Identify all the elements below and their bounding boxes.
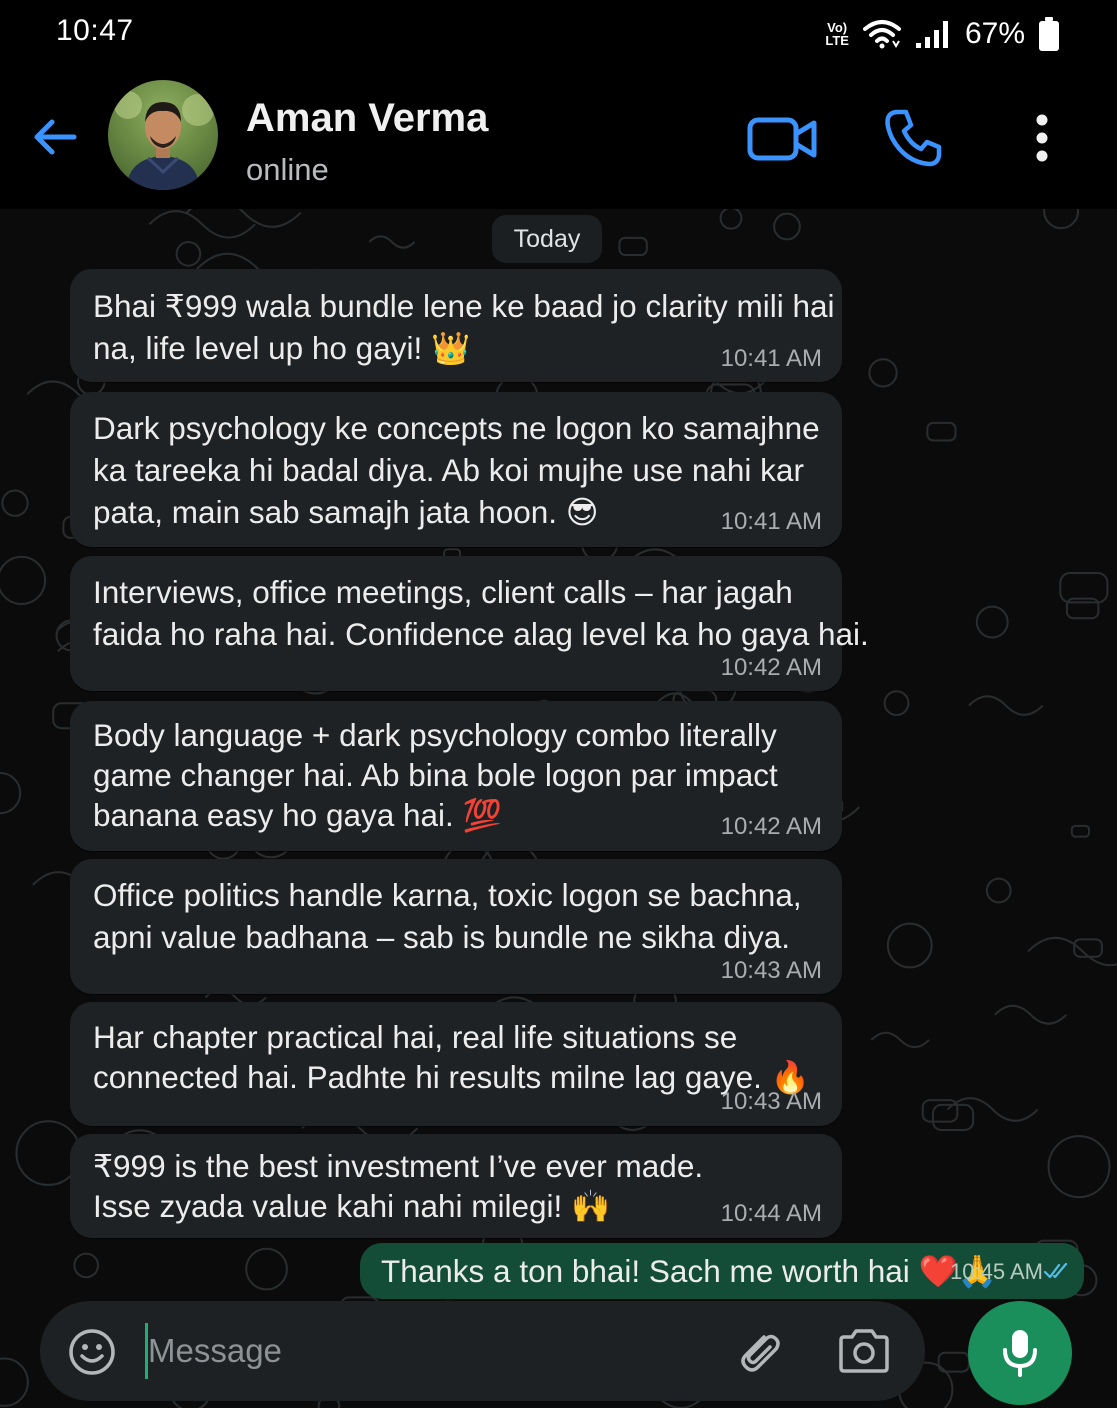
battery-percent: 67% [964,17,1025,50]
message-time: 10:43 AM [720,957,822,984]
message-text: Interviews, office meetings, client call… [93,571,869,655]
wallpaper-doodle [0,772,22,815]
message-time: 10:43 AM [720,1088,822,1115]
signal-icon [915,21,948,48]
contact-name[interactable]: Aman Verma [246,96,488,141]
volte-indicator: Vo) LTE [825,20,849,48]
message-line: Interviews, office meetings, client call… [93,574,793,610]
wallpaper-doodle [968,695,1044,716]
back-arrow-icon[interactable] [28,110,82,164]
message-text: Dark psychology ke concepts ne logon ko … [93,407,820,533]
wallpaper-doodle [618,236,648,257]
battery-icon [1039,17,1059,51]
contact-status: online [246,152,329,187]
incoming-message[interactable]: Interviews, office meetings, client call… [70,556,869,691]
wallpaper-doodle [73,1252,100,1279]
message-time: 10:41 AM [720,508,822,535]
message-time: 10:41 AM [720,345,822,372]
contact-avatar[interactable] [108,80,218,190]
wallpaper-doodle [245,1247,288,1291]
wallpaper-doodle [148,210,256,239]
message-time: 10:45 AM [950,1259,1043,1284]
message-time: 10:42 AM [720,813,822,840]
microphone-icon [1003,1330,1037,1377]
double-check-icon [1044,1262,1068,1279]
wifi-icon [862,20,901,49]
wallpaper-doodle [870,1031,930,1049]
wallpaper-doodle [994,1004,1068,1025]
video-call-icon[interactable] [746,112,818,166]
paperclip-icon[interactable] [734,1327,782,1377]
incoming-message[interactable]: Body language + dark psychology combo li… [70,701,842,851]
wallpaper-doodle [985,877,1012,904]
message-time: 10:42 AM [720,654,822,681]
wallpaper-doodle [868,358,898,388]
message-text: Thanks a ton bhai! Sach me worth hai ❤️🙏 [381,1253,997,1289]
wallpaper-doodle [719,209,743,230]
wallpaper-doodle [1043,209,1080,230]
wallpaper-doodle [773,212,801,241]
message-line: Bhai ₹999 wala bundle lene ke baad jo cl… [93,288,835,324]
status-time: 10:47 [56,14,134,47]
message-text: Office politics handle karna, toxic logo… [93,874,802,958]
message-input-bar [40,1301,925,1401]
message-time: 10:44 AM [720,1200,822,1227]
status-bar: 10:47 Vo) LTE 67% [0,0,1117,68]
wallpaper-doodle [0,1357,29,1407]
voice-message-button[interactable] [968,1301,1072,1405]
wallpaper-doodle [0,555,47,605]
incoming-message[interactable]: Bhai ₹999 wala bundle lene ke baad jo cl… [70,269,842,382]
message-line: Dark psychology ke concepts ne logon ko … [93,410,820,446]
message-line: banana easy ho gaya hai. 💯 [93,797,502,833]
message-line: connected hai. Padhte hi results milne l… [93,1059,810,1095]
chat-header: Aman Verma online [0,68,1117,209]
message-text: Body language + dark psychology combo li… [93,715,778,835]
wallpaper-doodle [186,209,302,228]
message-line: Isse zyada value kahi nahi milegi! 🙌 [93,1188,611,1224]
wallpaper-doodle [1047,1135,1111,1199]
wallpaper-doodle [368,235,416,249]
wallpaper-doodle [931,1103,975,1131]
message-line: Har chapter practical hai, real life sit… [93,1019,738,1055]
message-input[interactable] [148,1323,708,1379]
wallpaper-doodle [175,241,202,267]
more-vertical-icon[interactable] [1024,110,1060,166]
wallpaper-doodle [921,1099,959,1123]
message-line: apni value badhana – sab is bundle ne si… [93,919,791,955]
message-line: faida ho raha hai. Confidence alag level… [93,616,869,652]
phone-icon[interactable] [884,108,942,168]
message-line: ₹999 is the best investment I’ve ever ma… [93,1148,704,1184]
wallpaper-doodle [883,690,910,716]
chat-area[interactable]: Today Bhai ₹999 wala bundle lene ke baad… [0,209,1117,1408]
wallpaper-doodle [975,605,1009,639]
camera-icon[interactable] [837,1328,891,1374]
message-line: Office politics handle karna, toxic logo… [93,877,802,913]
wallpaper-doodle [946,1097,1039,1122]
wallpaper-doodle [1,489,29,517]
incoming-message[interactable]: Office politics handle karna, toxic logo… [70,859,842,994]
avatar-person-image [114,91,214,190]
message-text: ₹999 is the best investment I’ve ever ma… [93,1146,703,1226]
incoming-message[interactable]: Har chapter practical hai, real life sit… [70,1002,842,1126]
message-line: Body language + dark psychology combo li… [93,717,777,753]
wallpaper-doodle [1027,936,1117,966]
incoming-message[interactable]: ₹999 is the best investment I’ve ever ma… [70,1134,842,1238]
wallpaper-doodle [1070,824,1090,838]
message-text: Har chapter practical hai, real life sit… [93,1017,810,1097]
message-line: ka tareeka hi badal diya. Ab koi mujhe u… [93,452,804,488]
incoming-message[interactable]: Dark psychology ke concepts ne logon ko … [70,392,842,547]
date-chip: Today [492,215,602,263]
message-line: game changer hai. Ab bina bole logon par… [93,757,778,793]
wallpaper-doodle [926,421,957,442]
emoji-icon[interactable] [68,1328,116,1376]
status-indicators: Vo) LTE 67% [825,14,1059,54]
wallpaper-doodle [886,922,933,969]
message-line: pata, main sab samajh jata hoon. 😎 [93,494,599,530]
outgoing-message[interactable]: Thanks a ton bhai! Sach me worth hai ❤️🙏… [360,1243,1084,1299]
